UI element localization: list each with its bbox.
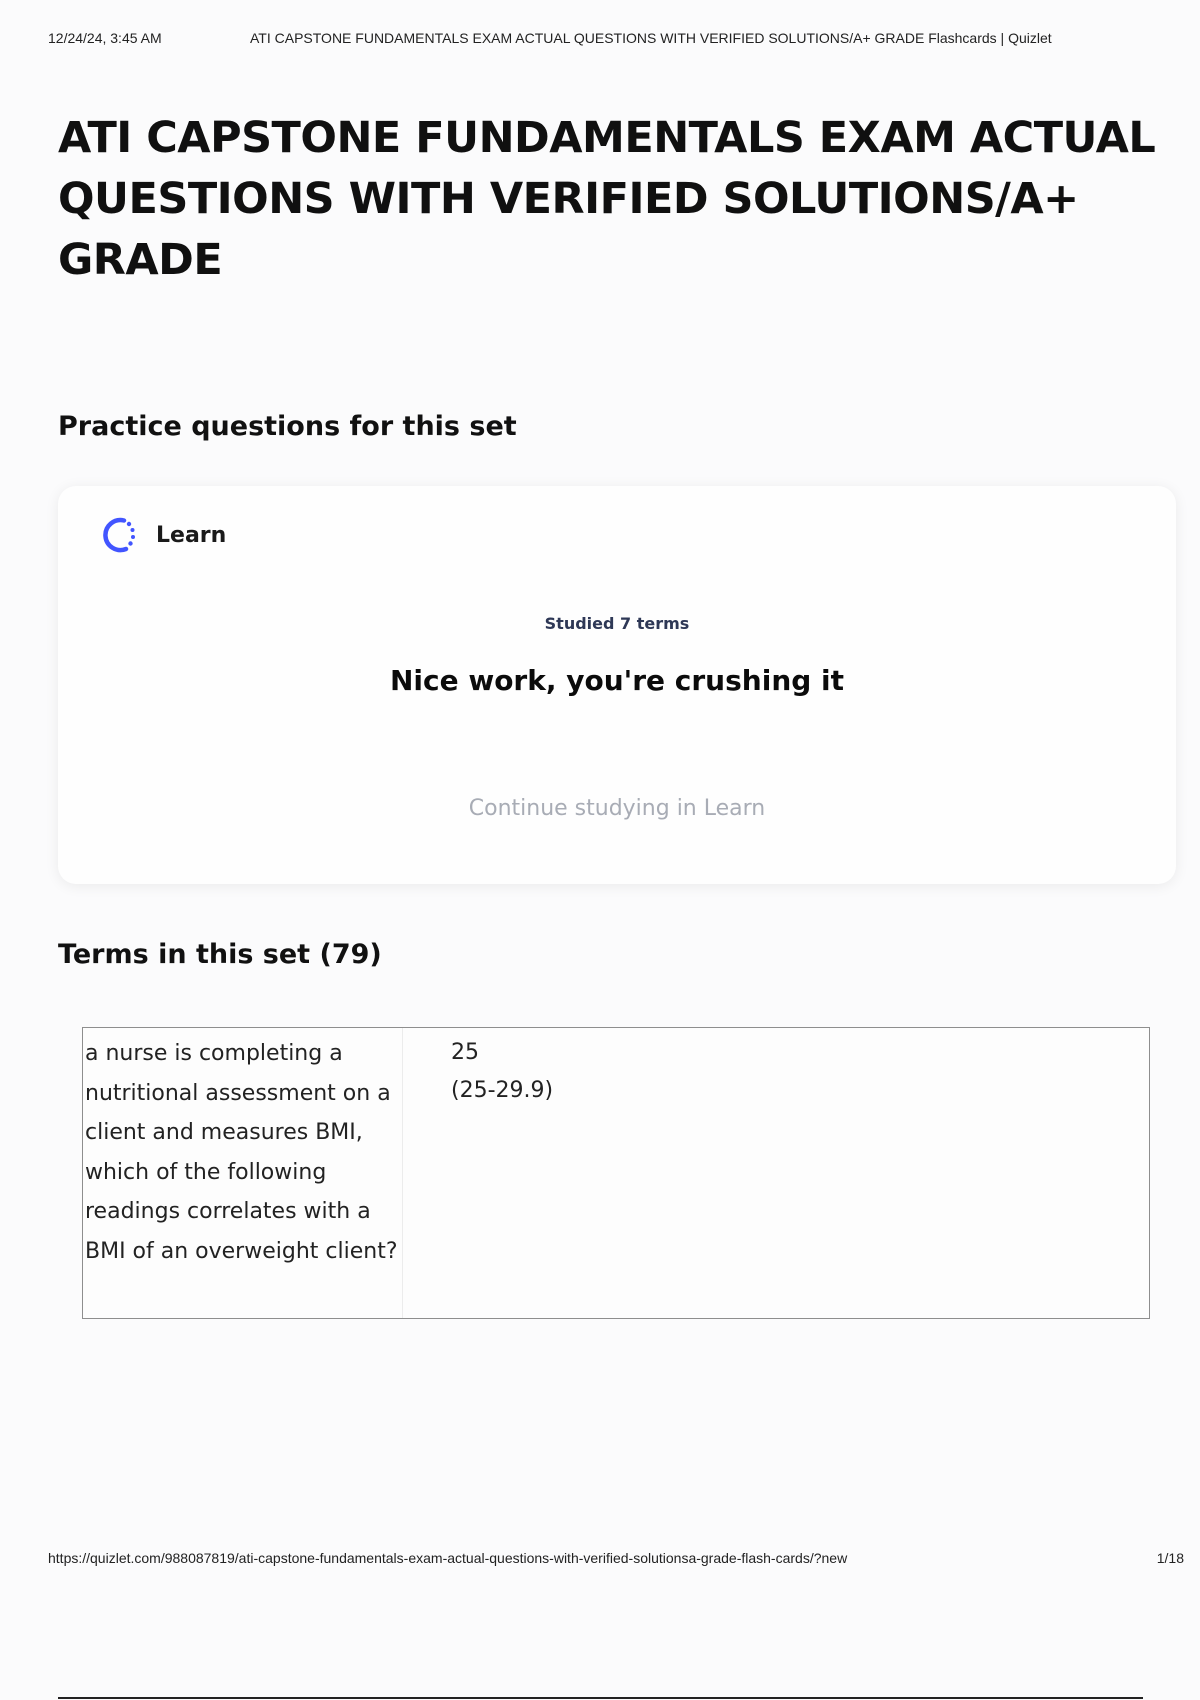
print-footer: https://quizlet.com/988087819/ati-capsto… — [48, 1550, 1184, 1570]
terms-heading: Terms in this set (79) — [58, 939, 382, 970]
print-document-title: ATI CAPSTONE FUNDAMENTALS EXAM ACTUAL QU… — [250, 30, 1052, 46]
definition-text: 25 (25-29.9) — [451, 1040, 554, 1103]
page-title: ATI CAPSTONE FUNDAMENTALS EXAM ACTUAL QU… — [58, 113, 1156, 285]
page-number: 1/18 — [1156, 1550, 1184, 1566]
print-url: https://quizlet.com/988087819/ati-capsto… — [48, 1550, 848, 1566]
learn-progress-icon — [103, 517, 135, 553]
page-bottom-divider — [58, 1697, 1143, 1699]
studied-terms-count: Studied 7 terms — [544, 614, 690, 633]
encouragement-message: Nice work, you're crushing it — [389, 664, 845, 697]
continue-studying-link[interactable]: Continue studying in Learn — [58, 796, 1176, 821]
print-header: 12/24/24, 3:45 AM ATI CAPSTONE FUNDAMENT… — [48, 30, 1174, 50]
learn-mode-label: Learn — [156, 522, 227, 548]
learn-mode-button[interactable]: Learn — [96, 512, 226, 558]
term-text: a nurse is completing a nutritional asse… — [83, 1028, 403, 1318]
learn-card: Learn Studied 7 terms Nice work, you're … — [58, 486, 1176, 884]
term-card: a nurse is completing a nutritional asse… — [82, 1027, 1150, 1319]
practice-questions-heading: Practice questions for this set — [58, 411, 517, 442]
print-date: 12/24/24, 3:45 AM — [48, 30, 162, 46]
